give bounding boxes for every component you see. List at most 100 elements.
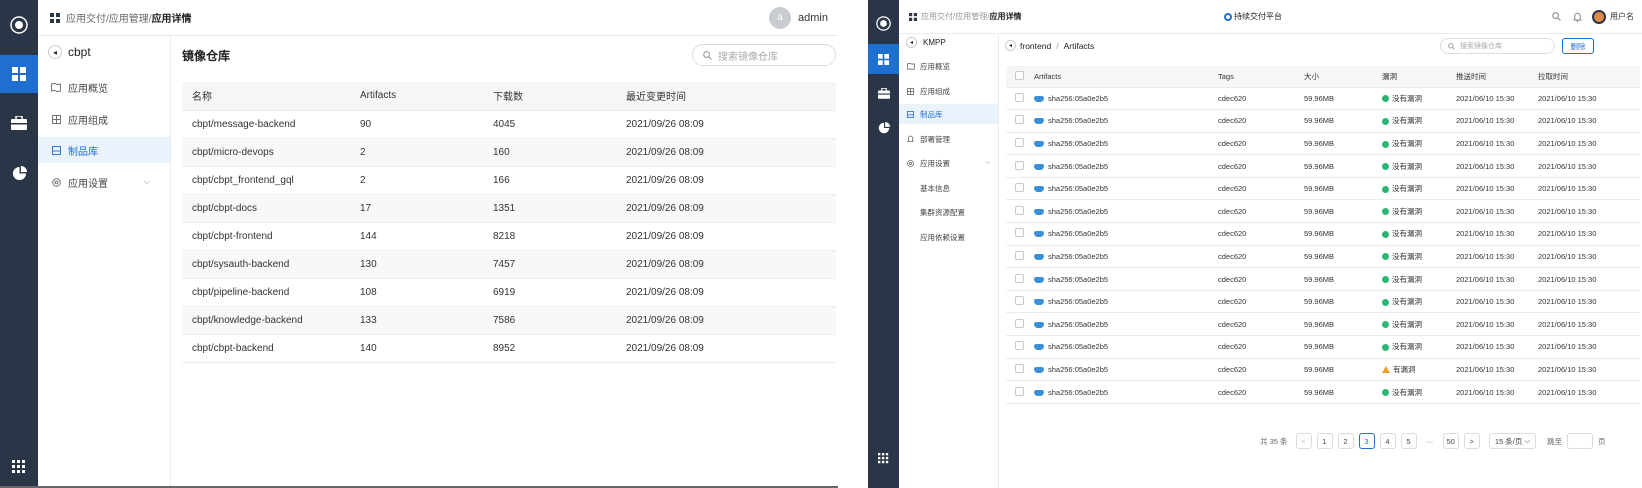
breadcrumb-path[interactable]: 应用交付/应用管理/ [921, 11, 989, 22]
prev-page-button[interactable]: < [1295, 433, 1312, 449]
row-checkbox[interactable] [1015, 363, 1024, 373]
table-row[interactable]: sha256:05a0e2b5 cdec620 59.96MB 没有漏洞 2021/06… [1006, 132, 1640, 156]
repo-name-cell[interactable]: cbpt/pipeline-backend [182, 278, 360, 307]
artifact-cell[interactable]: sha256:05a0e2b5 [1034, 109, 1218, 133]
page-number-button[interactable]: 1 [1316, 433, 1333, 449]
row-checkbox[interactable] [1015, 160, 1024, 170]
repo-name-cell[interactable]: cbpt/cbpt-frontend [182, 222, 360, 251]
row-checkbox[interactable] [1015, 205, 1024, 215]
repo-name-cell[interactable]: cbpt/cbpt-backend [182, 334, 360, 363]
artifact-cell[interactable]: sha256:05a0e2b5 [1034, 132, 1218, 156]
table-row[interactable]: sha256:05a0e2b5 cdec620 59.96MB 没有漏洞 2021/06… [1006, 380, 1640, 404]
briefcase-icon[interactable] [0, 108, 38, 138]
row-checkbox[interactable] [1015, 137, 1024, 147]
col-tags[interactable]: Tags [1218, 66, 1304, 88]
table-row[interactable]: sha256:05a0e2b5 cdec620 59.96MB 没有漏洞 2021/06… [1006, 290, 1640, 314]
dashboard-icon[interactable] [868, 44, 899, 74]
nav-overview[interactable]: 应用概览 [899, 56, 998, 76]
row-checkbox[interactable] [1015, 92, 1024, 102]
table-row[interactable]: sha256:05a0e2b5 cdec620 59.96MB 没有漏洞 2021/06… [1006, 312, 1640, 337]
page-size-select[interactable]: 15 条/页 ⌵ [1488, 433, 1537, 449]
artifact-cell[interactable]: sha256:05a0e2b5 [1034, 358, 1218, 382]
nav-artifact-repo[interactable]: 制品库 [38, 137, 170, 163]
page-number-button[interactable]: 2 [1337, 433, 1354, 449]
repo-name-cell[interactable]: cbpt/sysauth-backend [182, 250, 360, 279]
nav-components[interactable]: 应用组成 [899, 81, 998, 101]
table-row[interactable]: cbpt/cbpt_frontend_gql 2 166 2021/09/26 08:… [182, 166, 836, 195]
table-row[interactable]: cbpt/micro-devops 2 160 2021/09/26 08:09 [182, 138, 836, 167]
back-icon[interactable]: ◂ [1005, 40, 1016, 51]
nav-settings[interactable]: 应用设置 ⌵ [899, 153, 998, 173]
logo-icon[interactable] [0, 12, 38, 38]
artifact-digest[interactable]: sha256:05a0e2b5 [1048, 94, 1108, 103]
select-all-checkbox[interactable] [1015, 70, 1024, 80]
app-switcher[interactable]: ◂ cbpt [48, 45, 91, 59]
artifact-cell[interactable]: sha256:05a0e2b5 [1034, 267, 1218, 291]
artifact-cell[interactable]: sha256:05a0e2b5 [1034, 199, 1218, 224]
table-row[interactable]: cbpt/cbpt-backend 140 8952 2021/09/26 08:09 [182, 334, 836, 363]
row-checkbox[interactable] [1015, 273, 1024, 283]
row-checkbox[interactable] [1015, 228, 1024, 238]
artifact-cell[interactable]: sha256:05a0e2b5 [1034, 222, 1218, 246]
col-size[interactable]: 大小 [1304, 66, 1382, 88]
row-checkbox[interactable] [1015, 183, 1024, 193]
table-row[interactable]: cbpt/pipeline-backend 108 6919 2021/09/26 0… [182, 278, 836, 307]
nav-overview[interactable]: 应用概览 [38, 74, 170, 100]
apps-grid-icon[interactable] [868, 449, 899, 467]
col-downloads[interactable]: 下载数 [493, 82, 626, 111]
col-name[interactable]: 名称 [182, 82, 360, 111]
col-artifacts[interactable]: Artifacts [360, 82, 493, 111]
artifact-cell[interactable]: sha256:05a0e2b5 [1034, 87, 1218, 111]
repo-name-cell[interactable]: cbpt/cbpt-docs [182, 194, 360, 223]
logo-icon[interactable] [868, 12, 899, 34]
bell-icon[interactable] [1573, 12, 1582, 22]
search-input[interactable]: 搜索镜像仓库 [692, 44, 836, 66]
table-row[interactable]: sha256:05a0e2b5 cdec620 59.96MB 没有漏洞 2021/06… [1006, 177, 1640, 201]
artifact-cell[interactable]: sha256:05a0e2b5 [1034, 245, 1218, 269]
row-checkbox[interactable] [1015, 341, 1024, 351]
artifact-cell[interactable]: sha256:05a0e2b5 [1034, 380, 1218, 404]
jump-page-input[interactable] [1567, 433, 1594, 449]
artifact-digest[interactable]: sha256:05a0e2b5 [1048, 139, 1108, 148]
back-icon[interactable]: ◂ [48, 45, 62, 59]
artifact-digest[interactable]: sha256:05a0e2b5 [1048, 116, 1108, 125]
nav-settings[interactable]: 应用设置 ⌵ [38, 169, 170, 195]
table-row[interactable]: sha256:05a0e2b5 cdec620 59.96MB 没有漏洞 2021/06… [1006, 154, 1640, 178]
nav-components[interactable]: 应用组成 [38, 106, 170, 132]
repo-name-cell[interactable]: cbpt/micro-devops [182, 138, 360, 167]
pie-chart-icon[interactable] [868, 117, 899, 139]
table-row[interactable]: cbpt/message-backend 90 4045 2021/09/26 08:… [182, 110, 836, 139]
artifact-cell[interactable]: sha256:05a0e2b5 [1034, 177, 1218, 201]
table-row[interactable]: sha256:05a0e2b5 cdec620 59.96MB 没有漏洞 2021/06… [1006, 109, 1640, 133]
subnav-dependency[interactable]: 应用依赖设置 [899, 227, 998, 247]
dashboard-icon[interactable] [0, 55, 38, 93]
search-icon[interactable] [1552, 12, 1561, 21]
repo-name-cell[interactable]: cbpt/cbpt_frontend_gql [182, 166, 360, 195]
apps-grid-icon[interactable] [0, 455, 38, 479]
table-row[interactable]: cbpt/sysauth-backend 130 7457 2021/09/26 08… [182, 250, 836, 279]
artifact-digest[interactable]: sha256:05a0e2b5 [1048, 252, 1108, 261]
row-checkbox[interactable] [1015, 250, 1024, 260]
app-switcher[interactable]: ◂ KMPP [906, 37, 946, 48]
row-checkbox[interactable] [1015, 115, 1024, 125]
row-checkbox[interactable] [1015, 296, 1024, 306]
avatar[interactable] [1592, 9, 1606, 24]
artifact-digest[interactable]: sha256:05a0e2b5 [1048, 275, 1108, 284]
artifact-digest[interactable]: sha256:05a0e2b5 [1048, 388, 1108, 397]
artifact-digest[interactable]: sha256:05a0e2b5 [1048, 229, 1108, 238]
repo-name[interactable]: frontend [1020, 41, 1051, 51]
artifact-digest[interactable]: sha256:05a0e2b5 [1048, 297, 1108, 306]
table-row[interactable]: cbpt/cbpt-docs 17 1351 2021/09/26 08:09 [182, 194, 836, 223]
pie-chart-icon[interactable] [0, 158, 38, 188]
user-name[interactable]: 用户名 [1610, 11, 1634, 22]
chevron-down-icon[interactable]: ⌵ [985, 159, 990, 167]
table-row[interactable]: sha256:05a0e2b5 cdec620 59.96MB 没有漏洞 2021/06… [1006, 87, 1640, 111]
artifact-digest[interactable]: sha256:05a0e2b5 [1048, 342, 1108, 351]
col-vuln[interactable]: 漏洞 [1382, 66, 1456, 88]
artifact-digest[interactable]: sha256:05a0e2b5 [1048, 184, 1108, 193]
delete-button[interactable]: 删除 [1562, 38, 1594, 54]
avatar[interactable]: a [769, 6, 792, 29]
table-row[interactable]: cbpt/cbpt-frontend 144 8218 2021/09/26 08:0… [182, 222, 836, 251]
back-icon[interactable]: ◂ [906, 37, 917, 48]
breadcrumb-path[interactable]: 应用交付/应用管理/ [66, 10, 152, 25]
